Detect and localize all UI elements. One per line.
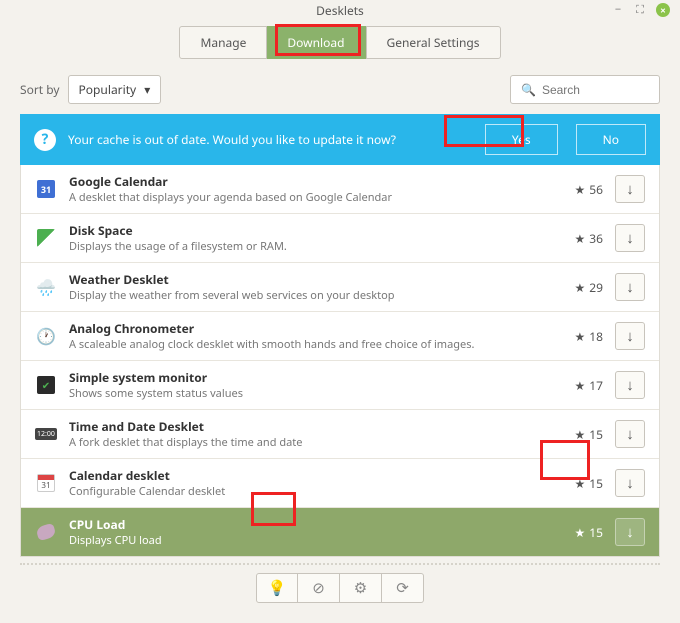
item-desc: Shows some system status values xyxy=(69,386,547,401)
lightbulb-icon: 💡 xyxy=(268,578,287,598)
download-icon: ↓ xyxy=(626,424,634,444)
star-icon: ★ xyxy=(575,181,586,198)
item-title: Calendar desklet xyxy=(69,467,547,484)
item-title: Weather Desklet xyxy=(69,271,547,288)
star-icon: ★ xyxy=(575,426,586,443)
item-rating: ★56 xyxy=(559,181,603,198)
item-desc: Displays the usage of a filesystem or RA… xyxy=(69,239,547,254)
download-icon: ↓ xyxy=(626,179,634,199)
calendar2-icon: 31 xyxy=(35,472,57,494)
divider xyxy=(20,563,660,565)
item-title: Simple system monitor xyxy=(69,369,547,386)
star-icon: ★ xyxy=(575,328,586,345)
download-icon: ↓ xyxy=(626,473,634,493)
sort-by: Sort by Popularity ▾ xyxy=(20,75,161,104)
question-icon: ? xyxy=(34,129,56,151)
item-desc: Displays CPU load xyxy=(69,533,547,548)
download-button[interactable]: ↓ xyxy=(615,224,645,252)
sort-dropdown[interactable]: Popularity ▾ xyxy=(68,75,162,104)
time-icon: 12:00 xyxy=(35,423,57,445)
star-icon: ★ xyxy=(575,377,586,394)
list-item[interactable]: 31 Calendar deskletConfigurable Calendar… xyxy=(21,459,659,508)
gear-icon: ⚙ xyxy=(354,578,367,598)
list-item[interactable]: CPU LoadDisplays CPU load ★15 ↓ xyxy=(21,508,659,556)
info-button[interactable]: 💡 xyxy=(256,573,298,603)
item-desc: A scaleable analog clock desklet with sm… xyxy=(69,337,547,352)
tab-general-settings[interactable]: General Settings xyxy=(366,26,501,59)
bottom-toolbar: 💡 ⊘ ⚙ ⟳ xyxy=(20,571,660,613)
download-button[interactable]: ↓ xyxy=(615,175,645,203)
item-rating: ★15 xyxy=(559,524,603,541)
remove-icon: ⊘ xyxy=(312,578,325,598)
star-icon: ★ xyxy=(575,475,586,492)
banner-no-button[interactable]: No xyxy=(576,124,646,155)
window-title: Desklets xyxy=(316,2,364,19)
download-icon: ↓ xyxy=(626,277,634,297)
tab-bar: Manage Download General Settings xyxy=(0,22,680,65)
star-icon: ★ xyxy=(575,524,586,541)
item-rating: ★15 xyxy=(559,426,603,443)
item-desc: Configurable Calendar desklet xyxy=(69,484,547,499)
refresh-icon: ⟳ xyxy=(396,578,409,598)
item-title: Time and Date Desklet xyxy=(69,418,547,435)
desklet-list: 31 Google CalendarA desklet that display… xyxy=(20,165,660,557)
item-rating: ★36 xyxy=(559,230,603,247)
search-icon: 🔍 xyxy=(521,81,536,98)
item-rating: ★15 xyxy=(559,475,603,492)
star-icon: ★ xyxy=(575,279,586,296)
banner-text: Your cache is out of date. Would you lik… xyxy=(68,131,473,148)
title-bar: Desklets − ⛶ × xyxy=(0,0,680,22)
download-icon: ↓ xyxy=(626,228,634,248)
download-button[interactable]: ↓ xyxy=(615,273,645,301)
item-title: CPU Load xyxy=(69,516,547,533)
item-rating: ★18 xyxy=(559,328,603,345)
download-icon: ↓ xyxy=(626,522,634,542)
download-button[interactable]: ↓ xyxy=(615,371,645,399)
search-input[interactable] xyxy=(542,83,649,97)
settings-button[interactable]: ⚙ xyxy=(340,573,382,603)
monitor-icon: ✔ xyxy=(35,374,57,396)
item-title: Google Calendar xyxy=(69,173,547,190)
list-item[interactable]: 🌧️ Weather DeskletDisplay the weather fr… xyxy=(21,263,659,312)
item-title: Analog Chronometer xyxy=(69,320,547,337)
refresh-button[interactable]: ⟳ xyxy=(382,573,424,603)
download-button[interactable]: ↓ xyxy=(615,469,645,497)
tab-manage[interactable]: Manage xyxy=(179,26,267,59)
search-box[interactable]: 🔍 xyxy=(510,75,660,104)
download-button[interactable]: ↓ xyxy=(615,322,645,350)
clock-icon: 🕐 xyxy=(35,325,57,347)
weather-icon: 🌧️ xyxy=(35,276,57,298)
item-rating: ★29 xyxy=(559,279,603,296)
item-rating: ★17 xyxy=(559,377,603,394)
sort-value: Popularity xyxy=(79,81,137,98)
download-icon: ↓ xyxy=(626,326,634,346)
chevron-down-icon: ▾ xyxy=(144,81,150,98)
download-icon: ↓ xyxy=(626,375,634,395)
list-item[interactable]: ✔ Simple system monitorShows some system… xyxy=(21,361,659,410)
list-item[interactable]: 🕐 Analog ChronometerA scaleable analog c… xyxy=(21,312,659,361)
calendar-icon: 31 xyxy=(35,178,57,200)
remove-button[interactable]: ⊘ xyxy=(298,573,340,603)
tab-download[interactable]: Download xyxy=(267,26,365,59)
cpu-icon xyxy=(35,521,57,543)
list-item[interactable]: 12:00 Time and Date DeskletA fork deskle… xyxy=(21,410,659,459)
close-button[interactable]: × xyxy=(656,3,670,17)
item-title: Disk Space xyxy=(69,222,547,239)
list-item[interactable]: Disk SpaceDisplays the usage of a filesy… xyxy=(21,214,659,263)
maximize-button[interactable]: ⛶ xyxy=(634,4,646,16)
item-desc: A fork desklet that displays the time an… xyxy=(69,435,547,450)
cache-banner: ? Your cache is out of date. Would you l… xyxy=(20,114,660,165)
star-icon: ★ xyxy=(575,230,586,247)
disk-icon xyxy=(35,227,57,249)
download-button[interactable]: ↓ xyxy=(615,420,645,448)
item-desc: A desklet that displays your agenda base… xyxy=(69,190,547,205)
sort-by-label: Sort by xyxy=(20,81,60,98)
list-item[interactable]: 31 Google CalendarA desklet that display… xyxy=(21,165,659,214)
download-button[interactable]: ↓ xyxy=(615,518,645,546)
banner-yes-button[interactable]: Yes xyxy=(485,124,558,155)
minimize-button[interactable]: − xyxy=(612,4,624,16)
item-desc: Display the weather from several web ser… xyxy=(69,288,547,303)
